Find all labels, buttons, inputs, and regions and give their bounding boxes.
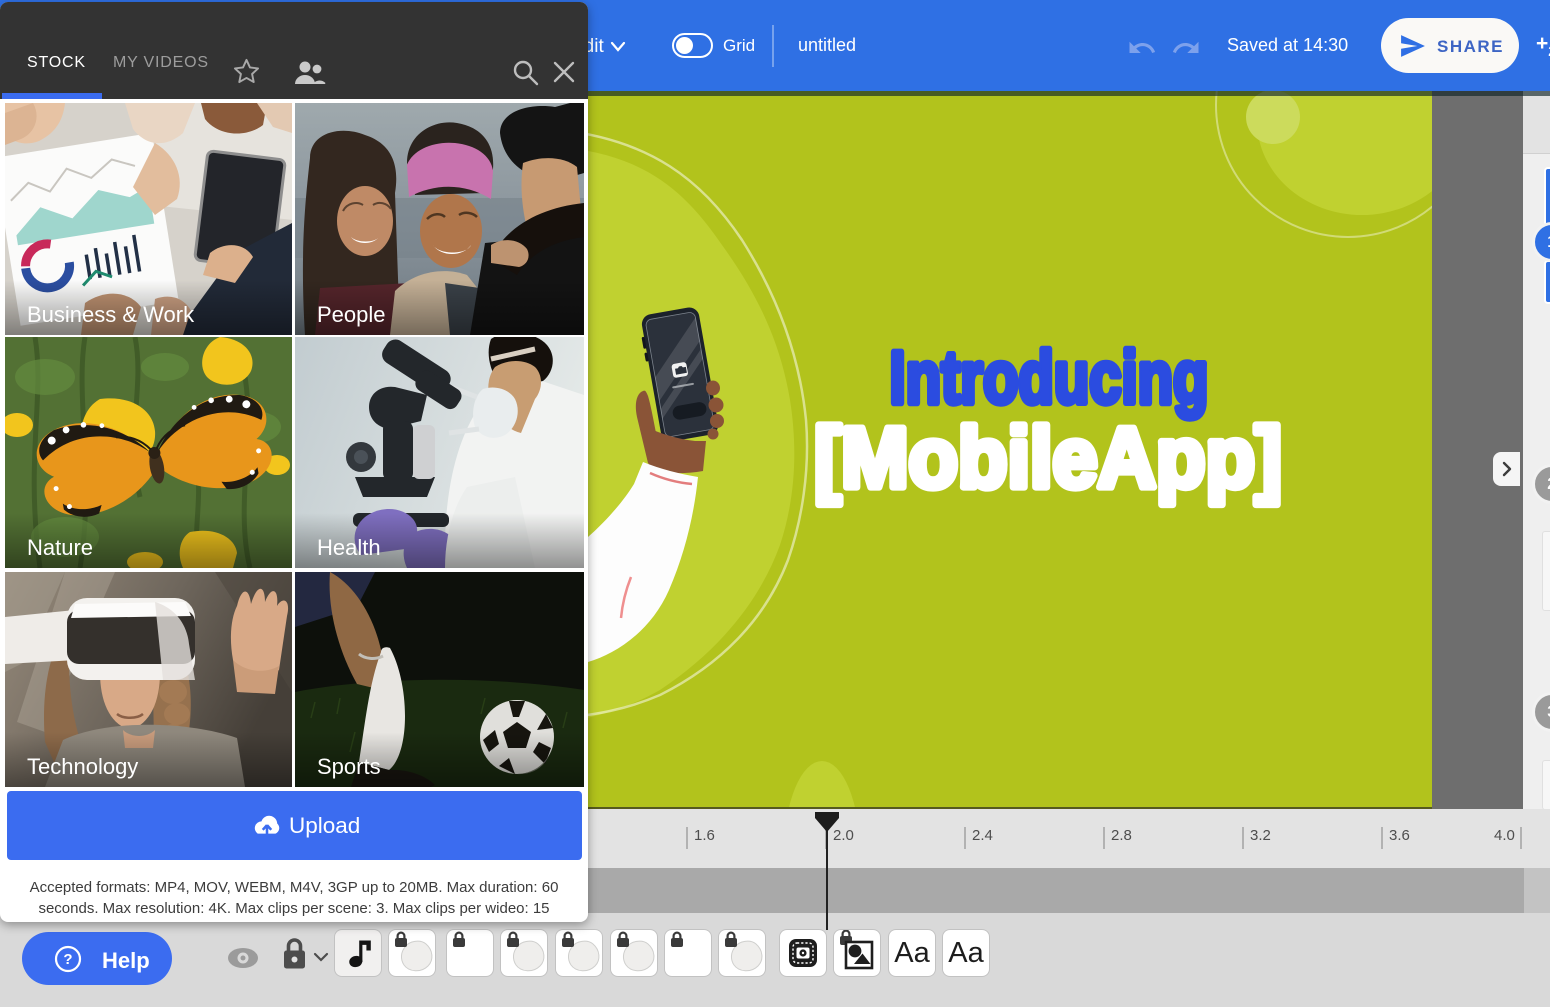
svg-text:[MobileApp]: [MobileApp]	[814, 410, 1282, 505]
svg-text:Introducing: Introducing	[890, 337, 1209, 419]
svg-text:?: ?	[63, 951, 72, 968]
